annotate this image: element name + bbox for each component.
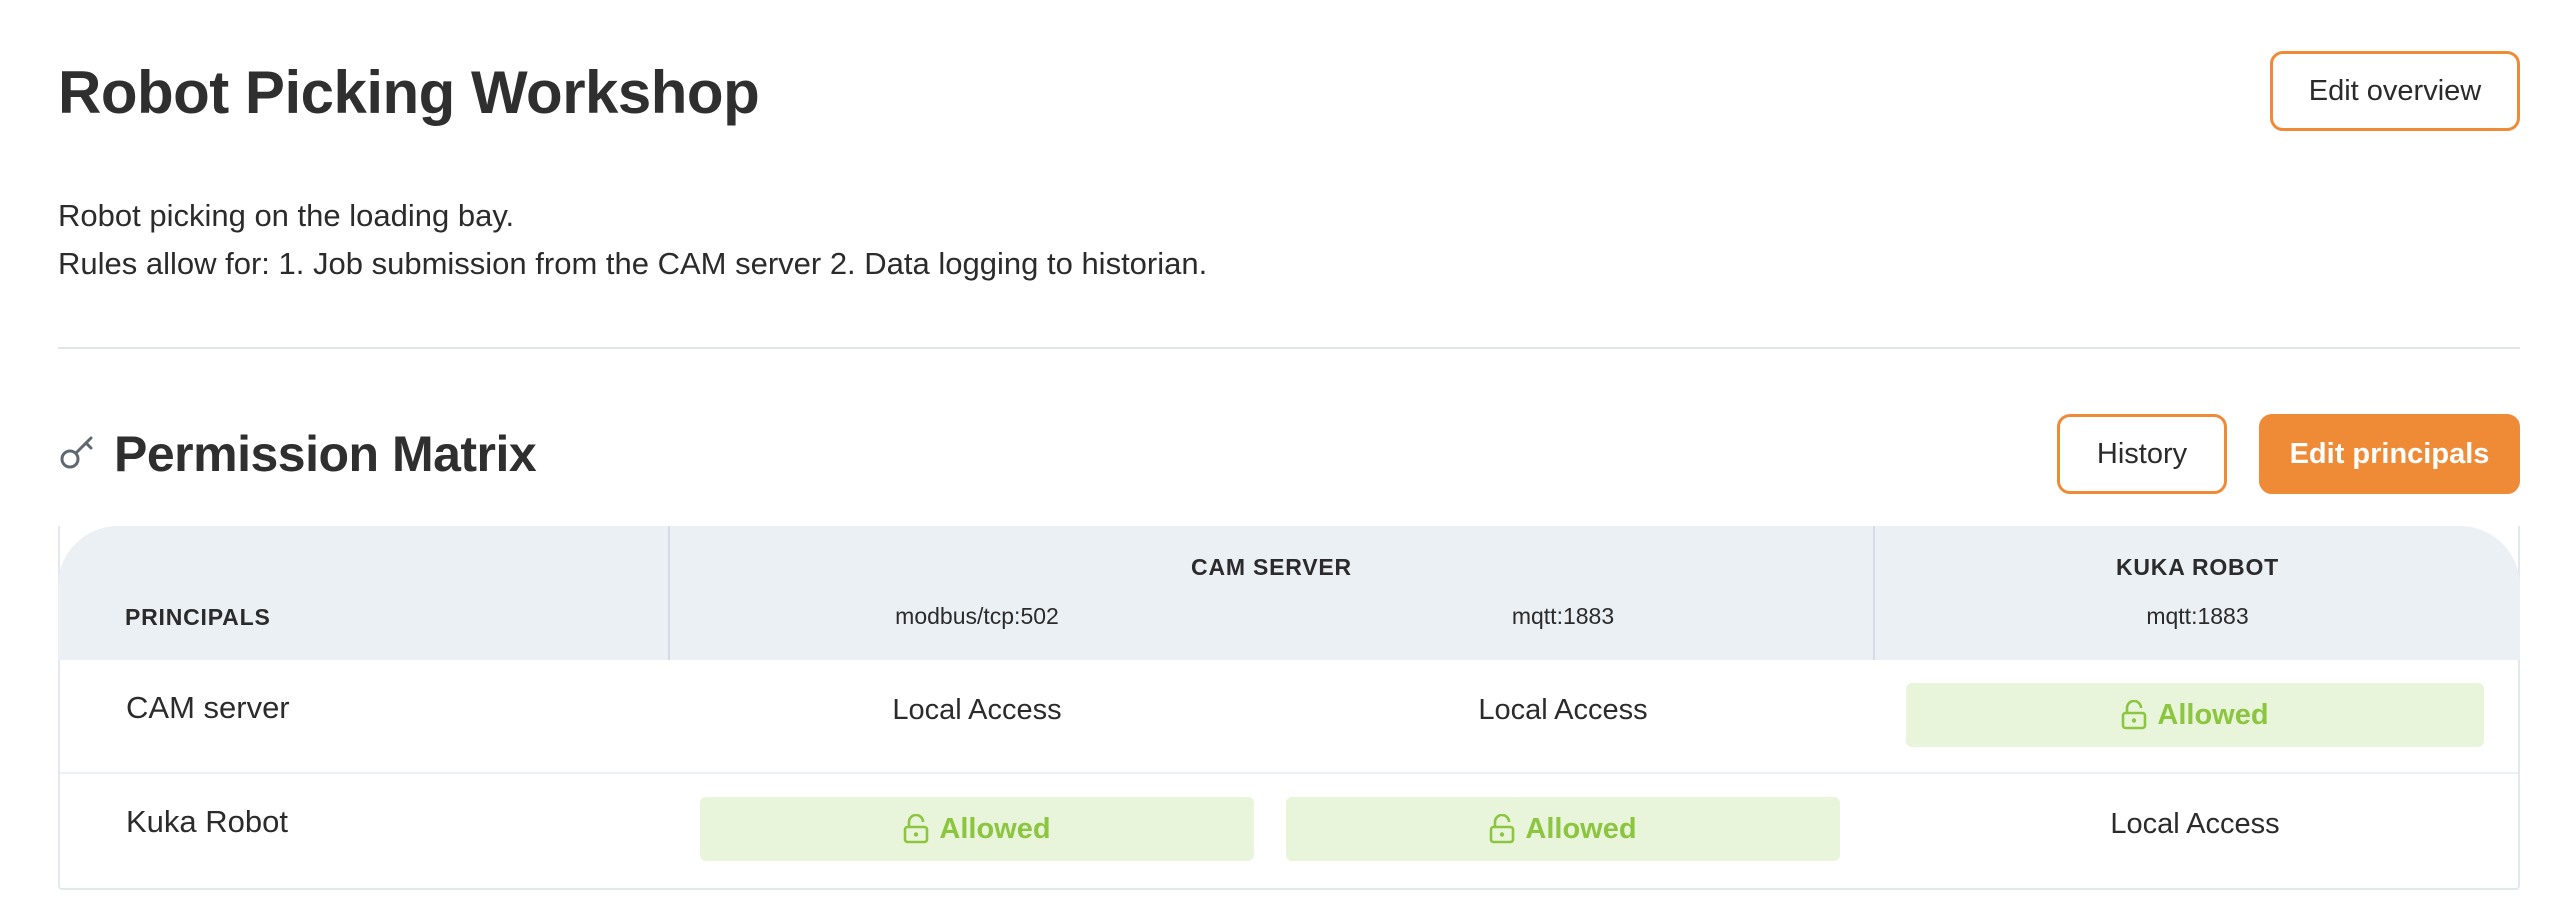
allowed-label: Allowed xyxy=(2157,698,2269,731)
column-divider xyxy=(668,526,670,660)
group-header-cam-server: CAM SERVER xyxy=(1191,554,1352,580)
unlock-icon xyxy=(2122,700,2147,730)
principal-kuka-robot: Kuka Robot xyxy=(126,804,288,839)
port-header: mqtt:1883 xyxy=(2146,603,2249,629)
page-title: Robot Picking Workshop xyxy=(58,59,760,126)
permission-cell-allowed[interactable]: Allowed xyxy=(1286,797,1840,861)
section-title: Permission Matrix xyxy=(114,426,537,482)
unlock-icon xyxy=(904,814,929,844)
permission-cell[interactable]: Local Access xyxy=(700,694,1254,727)
permission-cell[interactable]: Local Access xyxy=(1906,808,2484,841)
allowed-label: Allowed xyxy=(939,812,1051,845)
history-button[interactable]: History xyxy=(2057,414,2227,494)
group-header-kuka-robot: KUKA ROBOT xyxy=(2115,554,2280,580)
principal-cam-server: CAM server xyxy=(126,690,290,725)
edit-principals-button[interactable]: Edit principals xyxy=(2259,414,2520,494)
permission-cell[interactable]: Local Access xyxy=(1286,694,1840,727)
page-description: Robot picking on the loading bay. Rules … xyxy=(58,192,1207,288)
port-header: modbus/tcp:502 xyxy=(895,603,1059,629)
permission-cell-allowed[interactable]: Allowed xyxy=(700,797,1254,861)
matrix-header xyxy=(58,526,2520,660)
port-header: mqtt:1883 xyxy=(1511,603,1615,629)
divider xyxy=(58,347,2520,349)
row-separator xyxy=(60,772,2518,774)
key-icon xyxy=(60,436,93,469)
unlock-icon xyxy=(1490,814,1515,844)
edit-overview-button[interactable]: Edit overview xyxy=(2270,51,2520,131)
permission-cell-allowed[interactable]: Allowed xyxy=(1906,683,2484,747)
description-line: Robot picking on the loading bay. xyxy=(58,198,515,233)
principals-header: PRINCIPALS xyxy=(125,604,271,630)
description-line: Rules allow for: 1. Job submission from … xyxy=(58,246,1208,281)
column-divider xyxy=(1873,526,1875,660)
allowed-label: Allowed xyxy=(1525,812,1637,845)
